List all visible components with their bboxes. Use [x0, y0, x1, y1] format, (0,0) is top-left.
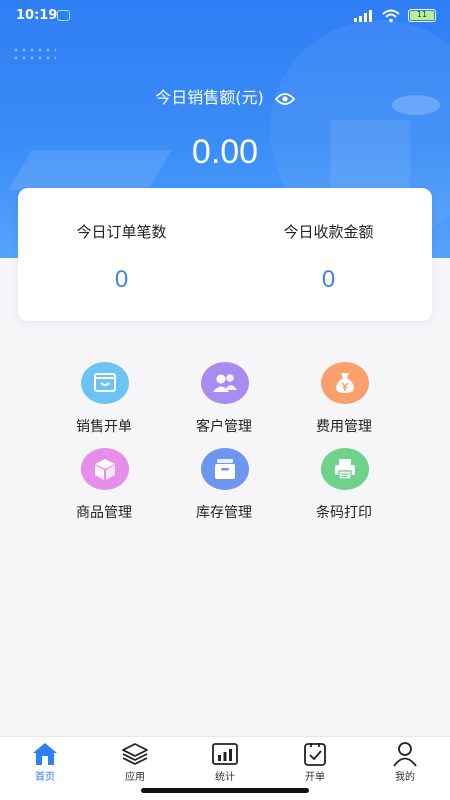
layers-icon	[122, 743, 148, 765]
battery-level: 11	[416, 10, 428, 19]
stats-card: 今日订单笔数 0 今日收款金额 0	[18, 188, 432, 321]
profile-icon	[393, 742, 417, 767]
battery-icon: 11	[408, 9, 436, 22]
menu-label: 条码打印	[316, 505, 372, 521]
menu-barcode-print[interactable]: 条码打印	[284, 448, 404, 521]
tab-label: 开单	[305, 772, 325, 783]
signal-icon	[354, 10, 372, 22]
menu-sales-order[interactable]: 销售开单	[44, 362, 164, 435]
stat-value: 0	[321, 266, 336, 293]
chart-icon	[212, 743, 238, 765]
sales-label: 今日销售额(元)	[155, 88, 264, 107]
tab-label: 首页	[35, 772, 55, 783]
menu-label: 商品管理	[76, 505, 132, 521]
product-box-icon	[81, 448, 129, 490]
wifi-icon	[382, 9, 400, 23]
menu-products[interactable]: 商品管理	[44, 448, 164, 521]
menu-label: 销售开单	[76, 419, 132, 435]
status-bar: 10:19 11	[0, 0, 450, 32]
stat-label: 今日收款金额	[283, 223, 374, 241]
money-bag-icon	[321, 362, 369, 404]
tab-label: 我的	[395, 772, 415, 783]
menu-label: 客户管理	[196, 419, 252, 435]
stat-value: 0	[114, 266, 129, 293]
inventory-icon	[201, 448, 249, 490]
app-notification-icon	[57, 10, 70, 21]
printer-icon	[321, 448, 369, 490]
sales-order-icon	[81, 362, 129, 404]
status-time: 10:19	[16, 8, 58, 23]
menu-customers[interactable]: 客户管理	[164, 362, 284, 435]
tab-profile[interactable]: 我的	[360, 737, 450, 787]
tab-order[interactable]: 开单	[270, 737, 360, 787]
eye-icon[interactable]	[274, 92, 295, 106]
menu-label: 费用管理	[316, 419, 372, 435]
tab-label: 统计	[215, 772, 235, 783]
stat-label: 今日订单笔数	[76, 223, 167, 241]
tab-home[interactable]: 首页	[0, 737, 90, 787]
menu-expenses[interactable]: 费用管理	[284, 362, 404, 435]
banner-dots-decoration	[12, 46, 56, 62]
tab-statistics[interactable]: 统计	[180, 737, 270, 787]
tab-apps[interactable]: 应用	[90, 737, 180, 787]
menu-inventory[interactable]: 库存管理	[164, 448, 284, 521]
tab-label: 应用	[125, 772, 145, 783]
menu-label: 库存管理	[196, 505, 252, 521]
home-indicator	[141, 788, 309, 793]
sales-total-value: 0.00	[191, 133, 259, 171]
home-icon	[33, 743, 57, 765]
order-icon	[304, 743, 326, 766]
sales-label-row: 今日销售额(元)	[0, 84, 450, 108]
customers-icon	[201, 362, 249, 404]
